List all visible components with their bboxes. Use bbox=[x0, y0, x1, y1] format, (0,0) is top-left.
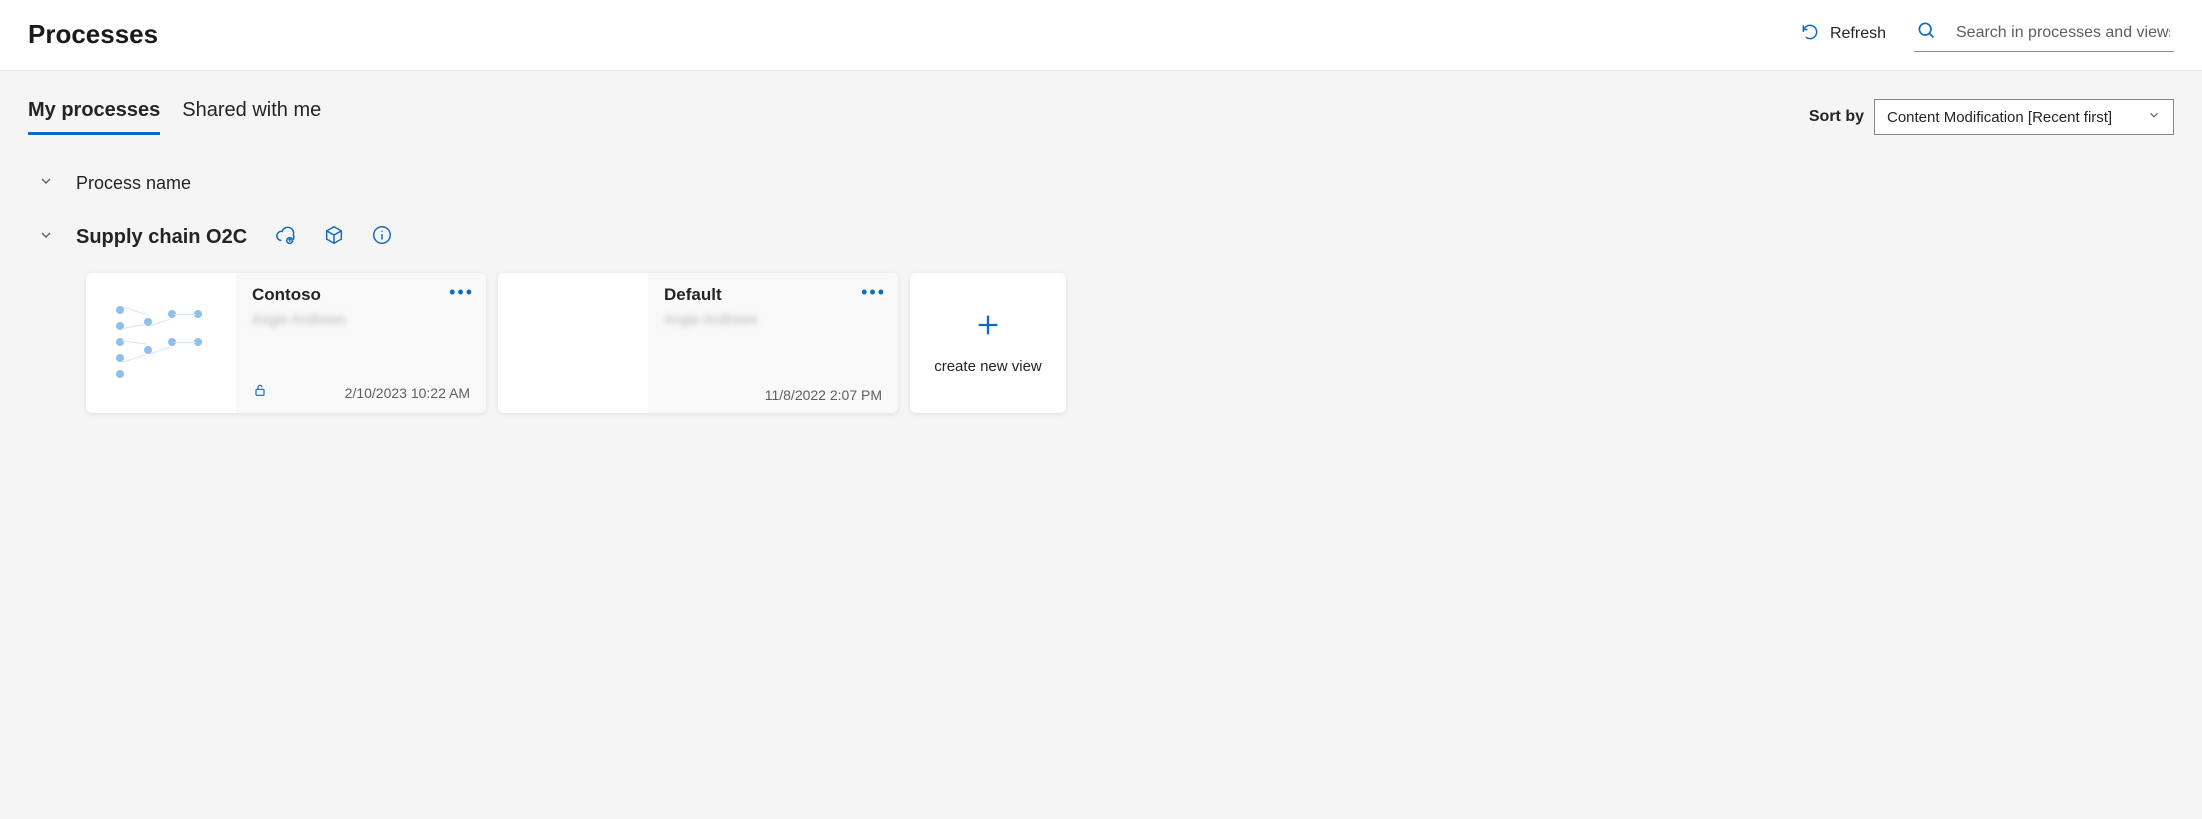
search-input[interactable] bbox=[1954, 23, 2172, 43]
header-actions: Refresh bbox=[1800, 16, 2174, 52]
group-header-label: Process name bbox=[76, 173, 191, 194]
card-more-button[interactable]: ••• bbox=[449, 283, 474, 301]
process-collapse-toggle[interactable] bbox=[38, 227, 54, 248]
group-header-row: Process name bbox=[28, 173, 2174, 194]
create-new-view-button[interactable]: create new view bbox=[910, 273, 1066, 413]
page-body: My processes Shared with me Sort by Cont… bbox=[0, 71, 2202, 819]
search-icon bbox=[1916, 20, 1936, 45]
view-date: 2/10/2023 10:22 AM bbox=[345, 385, 470, 401]
tabs: My processes Shared with me bbox=[28, 99, 321, 135]
lock-icon bbox=[252, 382, 268, 403]
tab-shared-with-me[interactable]: Shared with me bbox=[182, 99, 321, 135]
refresh-icon bbox=[1800, 22, 1820, 47]
process-action-icons bbox=[275, 224, 393, 251]
page-title: Processes bbox=[28, 19, 158, 50]
page-header: Processes Refresh bbox=[0, 0, 2202, 71]
view-card[interactable]: ••• Contoso Angie Andrews 2/10/2023 10:2… bbox=[86, 273, 486, 413]
view-owner: Angie Andrews bbox=[664, 311, 882, 327]
view-thumbnail bbox=[498, 273, 648, 413]
refresh-label: Refresh bbox=[1830, 25, 1886, 43]
sort-selected-value: Content Modification [Recent first] bbox=[1887, 109, 2112, 126]
package-icon[interactable] bbox=[323, 224, 345, 251]
view-title: Default bbox=[664, 285, 882, 305]
view-cards-row: ••• Contoso Angie Andrews 2/10/2023 10:2… bbox=[28, 273, 2174, 413]
plus-icon bbox=[974, 311, 1002, 344]
create-new-view-label: create new view bbox=[934, 358, 1042, 375]
tab-my-processes[interactable]: My processes bbox=[28, 99, 160, 135]
graph-thumbnail-icon bbox=[106, 298, 216, 388]
view-footer: 11/8/2022 2:07 PM bbox=[664, 387, 882, 403]
process-name: Supply chain O2C bbox=[76, 226, 247, 249]
view-thumbnail bbox=[86, 273, 236, 413]
view-date: 11/8/2022 2:07 PM bbox=[765, 387, 882, 403]
card-more-button[interactable]: ••• bbox=[861, 283, 886, 301]
chevron-down-icon bbox=[2147, 108, 2161, 126]
sort-label: Sort by bbox=[1809, 108, 1864, 126]
sort-control: Sort by Content Modification [Recent fir… bbox=[1809, 99, 2174, 135]
view-owner: Angie Andrews bbox=[252, 311, 470, 327]
refresh-button[interactable]: Refresh bbox=[1800, 22, 1886, 47]
view-card[interactable]: ••• Default Angie Andrews 11/8/2022 2:07… bbox=[498, 273, 898, 413]
view-card-body: ••• Contoso Angie Andrews 2/10/2023 10:2… bbox=[236, 273, 486, 413]
view-footer: 2/10/2023 10:22 AM bbox=[252, 382, 470, 403]
view-title: Contoso bbox=[252, 285, 470, 305]
process-row: Supply chain O2C bbox=[28, 224, 2174, 251]
search-field[interactable] bbox=[1914, 16, 2174, 52]
group-collapse-toggle[interactable] bbox=[38, 173, 54, 194]
view-card-body: ••• Default Angie Andrews 11/8/2022 2:07… bbox=[648, 273, 898, 413]
cloud-upload-icon[interactable] bbox=[275, 224, 297, 251]
sort-dropdown[interactable]: Content Modification [Recent first] bbox=[1874, 99, 2174, 135]
info-icon[interactable] bbox=[371, 224, 393, 251]
tabs-row: My processes Shared with me Sort by Cont… bbox=[28, 71, 2174, 135]
